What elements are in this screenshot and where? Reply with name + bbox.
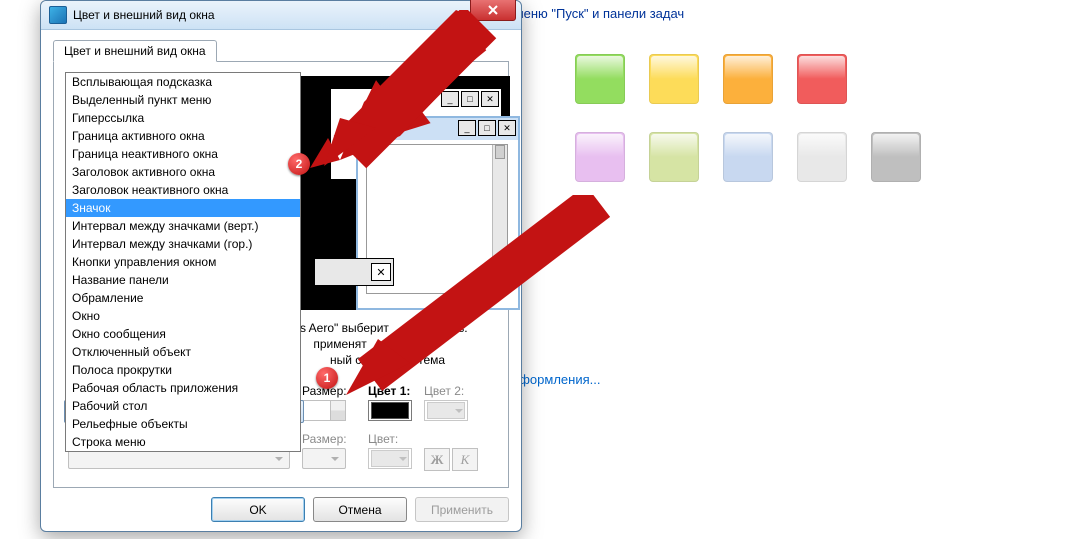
color-swatch[interactable] — [575, 132, 625, 182]
dropdown-item[interactable]: Рабочий стол — [66, 397, 300, 415]
color-swatch[interactable] — [723, 54, 773, 104]
apply-button: Применить — [415, 497, 509, 522]
tab-appearance[interactable]: Цвет и внешний вид окна — [53, 40, 217, 62]
color-swatch[interactable] — [797, 132, 847, 182]
bold-button: Ж — [424, 448, 450, 471]
annotation-arrow-1 — [320, 195, 610, 405]
dropdown-item[interactable]: Всплывающая подсказка — [66, 73, 300, 91]
dropdown-item[interactable]: Гиперссылка — [66, 109, 300, 127]
cancel-button[interactable]: Отмена — [313, 497, 407, 522]
dropdown-item[interactable]: Окно — [66, 307, 300, 325]
dropdown-item[interactable]: Выделенный пункт меню — [66, 91, 300, 109]
color-swatches-row2 — [575, 132, 921, 182]
font-color-picker — [368, 448, 412, 469]
marker-1: 1 — [316, 367, 338, 389]
color-swatch[interactable] — [797, 54, 847, 104]
dropdown-item[interactable]: Интервал между значками (верт.) — [66, 217, 300, 235]
dropdown-item[interactable]: Отключенный объект — [66, 343, 300, 361]
ok-button[interactable]: OK — [211, 497, 305, 522]
dropdown-item[interactable]: Граница неактивного окна — [66, 145, 300, 163]
element-dropdown-list[interactable]: Всплывающая подсказкаВыделенный пункт ме… — [65, 72, 301, 452]
dropdown-item[interactable]: Строка меню — [66, 433, 300, 451]
color-swatch[interactable] — [575, 54, 625, 104]
dropdown-item[interactable]: Заголовок неактивного окна — [66, 181, 300, 199]
dropdown-item[interactable]: Название панели — [66, 271, 300, 289]
marker-2: 2 — [288, 153, 310, 175]
app-icon — [49, 6, 67, 24]
color-swatch[interactable] — [871, 132, 921, 182]
dropdown-item[interactable]: Рельефные объекты — [66, 415, 300, 433]
dropdown-item[interactable]: Полоса прокрутки — [66, 361, 300, 379]
dropdown-item[interactable]: Граница активного окна — [66, 127, 300, 145]
color-swatch[interactable] — [649, 132, 699, 182]
dialog-button-row: OK Отмена Применить — [41, 497, 521, 522]
label-size2: Размер: — [302, 432, 347, 446]
close-icon: ✕ — [498, 120, 516, 136]
color-swatch[interactable] — [723, 132, 773, 182]
color-swatches-row1 — [575, 54, 847, 104]
label-color: Цвет: — [368, 432, 398, 446]
dropdown-item[interactable]: Значок — [66, 199, 300, 217]
dropdown-item[interactable]: Интервал между значками (гор.) — [66, 235, 300, 253]
tabstrip: Цвет и внешний вид окна — [53, 40, 217, 62]
annotation-arrow-2 — [280, 10, 500, 170]
window-title: Цвет и внешний вид окна — [73, 8, 215, 22]
dropdown-item[interactable]: Окно сообщения — [66, 325, 300, 343]
font-size-combo — [302, 448, 346, 469]
dropdown-item[interactable]: Кнопки управления окном — [66, 253, 300, 271]
color-swatch[interactable] — [649, 54, 699, 104]
dropdown-item[interactable]: Рабочая область приложения — [66, 379, 300, 397]
italic-button: К — [452, 448, 478, 471]
dropdown-item[interactable]: Заголовок активного окна — [66, 163, 300, 181]
dropdown-item[interactable]: Обрамление — [66, 289, 300, 307]
